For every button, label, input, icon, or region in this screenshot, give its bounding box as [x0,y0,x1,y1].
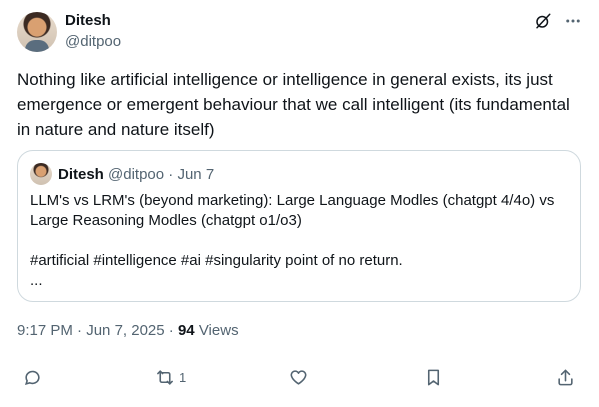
author-avatar[interactable] [17,12,57,52]
quoted-author-name: Ditesh [58,166,104,183]
heart-icon [289,368,308,387]
views-label: Views [198,322,239,339]
quoted-post-card[interactable]: Ditesh @ditpoo · Jun 7 LLM's vs LRM's (b… [17,150,581,302]
grok-icon[interactable] [534,12,552,30]
reply-button[interactable] [23,368,46,387]
like-button[interactable] [289,368,312,387]
quoted-line-2: #artificial #intelligence #ai #singulari… [30,252,403,269]
quoted-ellipsis: ... [30,272,43,289]
bookmark-icon [424,368,443,387]
quoted-author-handle: @ditpoo [108,166,165,183]
post-date[interactable]: Jun 7, 2025 [86,322,164,339]
post-text: Nothing like artificial intelligence or … [17,70,570,139]
quoted-post-body: LLM's vs LRM's (beyond marketing): Large… [30,191,570,291]
repost-icon [155,368,175,387]
reply-icon [23,368,42,387]
share-icon [556,368,575,387]
meta-separator: · [77,322,83,339]
more-dots-icon[interactable] [564,12,582,30]
quoted-date: Jun 7 [177,166,215,183]
quoted-post-header: Ditesh @ditpoo · Jun 7 [58,166,214,184]
share-button[interactable] [556,368,575,387]
post-time[interactable]: 9:17 PM [17,322,73,339]
author-handle[interactable]: @ditpoo [65,33,121,51]
quoted-author-avatar [30,163,52,185]
repost-button[interactable]: 1 [155,368,186,387]
avatar-shirt [25,40,49,52]
post-meta: 9:17 PM · Jun 7, 2025 · 94 Views [17,322,239,340]
author-name[interactable]: Ditesh [65,12,111,30]
top-right-icons [534,12,582,30]
bookmark-button[interactable] [424,368,447,387]
quoted-separator: · [168,166,174,183]
action-bar: 1 [0,368,599,398]
repost-count: 1 [179,370,187,385]
quoted-line-1: LLM's vs LRM's (beyond marketing): Large… [30,192,555,229]
meta-separator-2: · [168,322,174,339]
views-count: 94 [177,322,195,339]
